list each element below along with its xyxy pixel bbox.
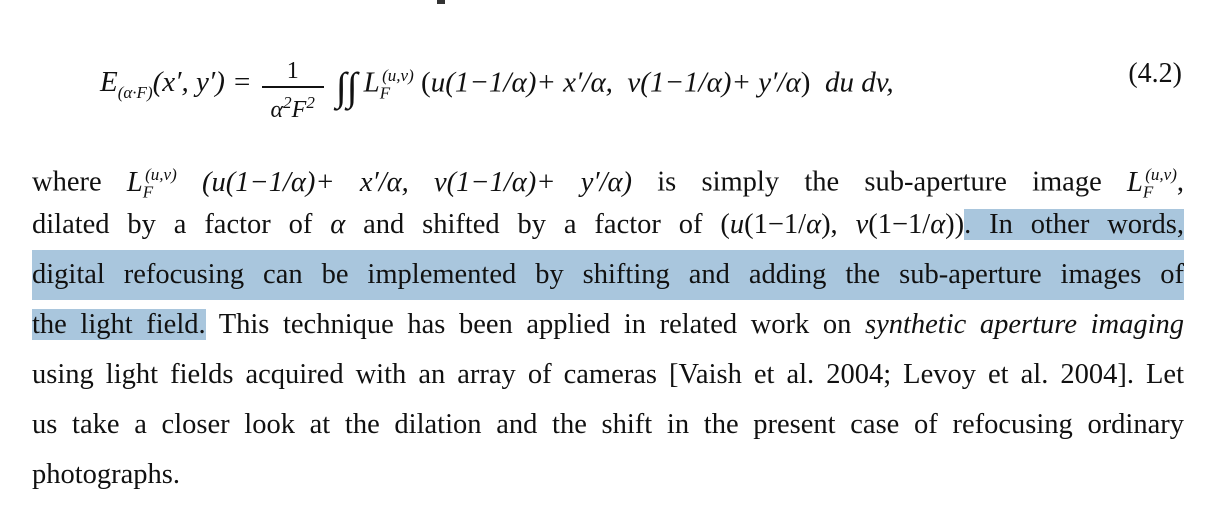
highlight-span-1: . In other words, [964,209,1184,240]
equation-lhs: E(α·F)(x′, y′) = [100,65,252,102]
page-edge-mark [437,0,445,4]
paragraph-line-6: us take a closer look at the dilation an… [32,409,1184,440]
highlight-span-2: the light field. [32,309,206,340]
fraction-denominator: α2F2 [270,92,315,123]
document-page: E(α·F)(x′, y′) = 1 α2F2 ∫∫ LF(u,v) (u(1−… [0,0,1210,510]
paragraph-line-1: where LF(u,v) (u(1−1/α)+ x′/α, v(1−1/α)+… [32,165,1184,202]
double-integral-symbol: ∫∫ [335,63,358,109]
paragraph-line-4: the light field. This technique has been… [32,300,1184,350]
paragraph-line-5: using light fields acquired with an arra… [32,359,1184,390]
equation-rhs: LF(u,v) (u(1−1/α)+ x′/α, v(1−1/α)+ y′/α)… [363,65,894,102]
equation-body: E(α·F)(x′, y′) = 1 α2F2 ∫∫ LF(u,v) (u(1−… [100,50,894,123]
paragraph-line-7: photographs. [32,459,181,490]
body-paragraph: where LF(u,v) (u(1−1/α)+ x′/α, v(1−1/α)+… [32,150,1184,500]
equation-fraction: 1 α2F2 [261,56,324,125]
equation-number: (4.2) [1128,58,1182,89]
line-4-text: This technique has been applied in relat… [205,309,852,340]
paragraph-line-2: dilated by a factor of α and shifted by … [32,209,1184,240]
fraction-numerator: 1 [286,58,299,84]
emphasis-synthetic-aperture: synthetic aperture imaging [865,309,1184,340]
paragraph-line-3-highlighted: digital refocusing can be implemented by… [32,250,1184,300]
equation-4-2: E(α·F)(x′, y′) = 1 α2F2 ∫∫ LF(u,v) (u(1−… [0,30,1210,125]
